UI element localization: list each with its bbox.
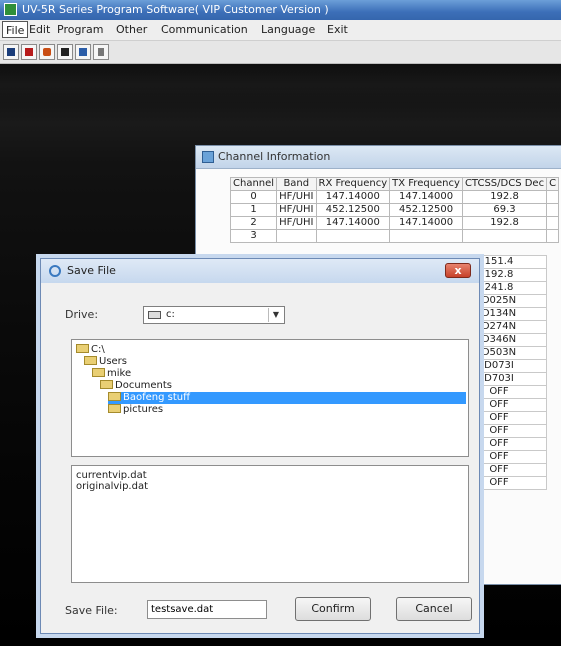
folder-icon xyxy=(108,404,121,413)
table-cell[interactable]: 192.8 xyxy=(461,190,548,204)
tree-item-label: Baofeng stuff xyxy=(123,392,191,403)
col-tx-frequency[interactable]: TX Frequency xyxy=(389,177,463,191)
table-cell[interactable] xyxy=(546,216,560,230)
table-cell[interactable] xyxy=(315,229,391,243)
table-cell[interactable]: HF/UHI xyxy=(276,190,317,204)
folder-icon xyxy=(84,356,97,365)
close-icon: x xyxy=(454,264,462,277)
table-row[interactable]: 0 HF/UHI 147.14000 147.14000 192.8 xyxy=(229,190,560,204)
table-cell[interactable]: 452.12500 xyxy=(389,203,463,217)
save-dialog-title: Save File xyxy=(67,264,116,277)
folder-icon xyxy=(92,368,105,377)
table-cell[interactable]: 0 xyxy=(229,190,278,204)
tree-item-label: C:\ xyxy=(91,344,105,355)
tree-item[interactable]: C:\ xyxy=(76,344,466,356)
confirm-button[interactable]: Confirm xyxy=(295,597,371,621)
workspace-gloss xyxy=(0,64,561,104)
tree-item[interactable]: Documents xyxy=(100,380,466,392)
folder-icon xyxy=(100,380,113,389)
folder-icon xyxy=(76,344,89,353)
table-cell[interactable] xyxy=(546,203,560,217)
help-icon[interactable] xyxy=(93,44,109,60)
table-cell[interactable]: HF/UHI xyxy=(276,203,317,217)
channel-window-title: Channel Information xyxy=(218,150,331,163)
file-item[interactable]: originalvip.dat xyxy=(76,481,148,492)
folder-icon xyxy=(108,392,121,401)
col-rx-frequency[interactable]: RX Frequency xyxy=(315,177,391,191)
table-cell[interactable] xyxy=(461,229,548,243)
table-cell[interactable] xyxy=(546,229,560,243)
drive-icon xyxy=(148,311,161,319)
menu-language[interactable]: Language xyxy=(258,21,318,38)
col-band[interactable]: Band xyxy=(276,177,317,191)
toolbar xyxy=(0,41,561,64)
tree-item[interactable]: Users xyxy=(84,356,466,368)
window-icon xyxy=(202,151,214,163)
table-cell[interactable]: 452.12500 xyxy=(315,203,391,217)
app-title: UV-5R Series Program Software( VIP Custo… xyxy=(22,3,329,16)
app-title-bar: UV-5R Series Program Software( VIP Custo… xyxy=(0,0,561,20)
menu-edit[interactable]: Edit xyxy=(26,21,53,38)
program-icon[interactable] xyxy=(75,44,91,60)
tree-item[interactable]: pictures xyxy=(108,404,466,416)
tree-item[interactable]: Baofeng stuff xyxy=(108,392,466,404)
chevron-down-icon[interactable]: ▼ xyxy=(268,308,283,322)
read-icon[interactable] xyxy=(39,44,55,60)
table-row[interactable]: 2 HF/UHI 147.14000 147.14000 192.8 xyxy=(229,216,560,230)
channel-table: Channel Band RX Frequency TX Frequency C… xyxy=(229,177,560,243)
file-item[interactable]: currentvip.dat xyxy=(76,470,147,481)
tree-item-label: pictures xyxy=(123,404,164,415)
cancel-button[interactable]: Cancel xyxy=(396,597,472,621)
table-row[interactable]: 3 xyxy=(229,229,560,243)
table-cell[interactable]: 1 xyxy=(229,203,278,217)
drive-label: Drive: xyxy=(65,308,99,321)
tree-item-label: Documents xyxy=(115,380,173,391)
menu-exit[interactable]: Exit xyxy=(324,21,351,38)
directory-tree[interactable]: C:\ Users mike Documents Baofeng stuff pictur… xyxy=(71,339,469,457)
table-cell[interactable] xyxy=(546,190,560,204)
menu-program[interactable]: Program xyxy=(54,21,106,38)
table-cell[interactable]: 147.14000 xyxy=(389,216,463,230)
save-file-label: Save File: xyxy=(65,604,118,617)
channel-window-titlebar[interactable]: Channel Information xyxy=(196,146,561,169)
file-list[interactable]: currentvip.dat originalvip.dat xyxy=(71,465,469,583)
table-cell[interactable]: 192.8 xyxy=(461,216,548,230)
save-file-input[interactable] xyxy=(147,600,267,619)
col-channel[interactable]: Channel xyxy=(229,177,278,191)
save-icon[interactable] xyxy=(21,44,37,60)
table-cell[interactable]: 147.14000 xyxy=(315,190,391,204)
menu-communication[interactable]: Communication xyxy=(158,21,251,38)
close-button[interactable]: x xyxy=(445,263,471,278)
tree-item-label: Users xyxy=(99,356,128,367)
table-cell[interactable]: HF/UHI xyxy=(276,216,317,230)
dialog-icon xyxy=(49,265,61,277)
col-ctcss-dcs-dec[interactable]: CTCSS/DCS Dec xyxy=(461,177,548,191)
open-icon[interactable] xyxy=(3,44,19,60)
table-cell[interactable] xyxy=(389,229,463,243)
save-dialog-titlebar[interactable]: Save File x xyxy=(41,259,479,283)
menu-other[interactable]: Other xyxy=(113,21,150,38)
tree-item-label: mike xyxy=(107,368,132,379)
table-cell[interactable]: 147.14000 xyxy=(389,190,463,204)
menu-bar: File Edit Program Other Communication La… xyxy=(0,20,561,41)
table-cell[interactable] xyxy=(276,229,317,243)
tree-item[interactable]: mike xyxy=(92,368,466,380)
table-row[interactable]: 1 HF/UHI 452.12500 452.12500 69.3 xyxy=(229,203,560,217)
table-cell[interactable]: 3 xyxy=(229,229,278,243)
table-cell[interactable]: 69.3 xyxy=(461,203,548,217)
table-cell[interactable]: 2 xyxy=(229,216,278,230)
menu-file[interactable]: File xyxy=(2,21,29,38)
save-file-dialog: Save File x Drive: c: ▼ C:\ Users mike Docu… xyxy=(40,258,480,634)
col-c[interactable]: C xyxy=(546,177,560,191)
write-icon[interactable] xyxy=(57,44,73,60)
drive-value: c: xyxy=(166,309,175,320)
table-cell[interactable]: 147.14000 xyxy=(315,216,391,230)
app-icon xyxy=(4,3,17,16)
drive-select[interactable]: c: ▼ xyxy=(143,306,285,324)
